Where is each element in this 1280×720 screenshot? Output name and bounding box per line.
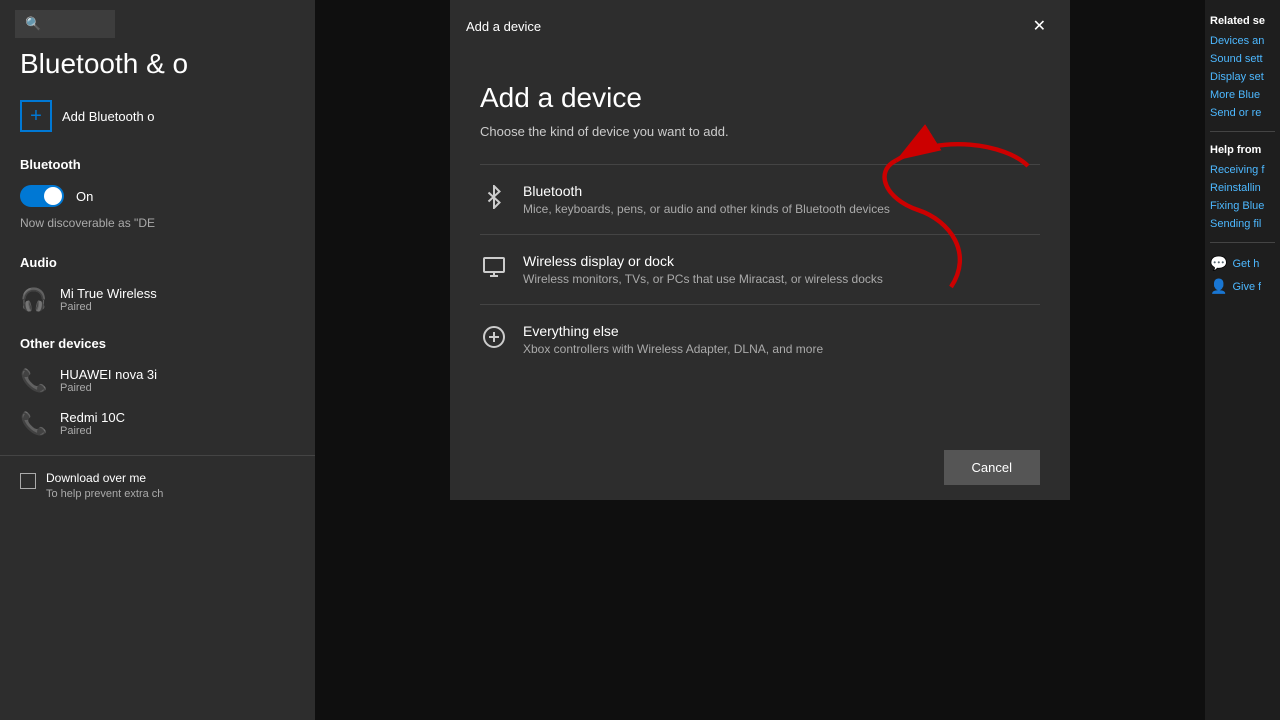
related-link-send[interactable]: Send or re (1210, 107, 1275, 119)
modal-title-bar-text: Add a device (466, 19, 541, 34)
modal-header: Add a device ✕ (450, 0, 1070, 52)
bluetooth-option-desc: Mice, keyboards, pens, or audio and othe… (523, 202, 890, 216)
plus-icon: + (20, 100, 52, 132)
help-link-receiving[interactable]: Receiving f (1210, 164, 1275, 176)
search-area: 🔍 (0, 0, 315, 48)
modal-body: Add a device Choose the kind of device y… (450, 52, 1070, 435)
help-section-title: Help from (1210, 144, 1275, 156)
wireless-display-option-title: Wireless display or dock (523, 253, 883, 269)
bluetooth-toggle-row: On (0, 180, 315, 212)
right-divider (1210, 131, 1275, 132)
search-icon: 🔍 (25, 16, 41, 32)
get-help-item[interactable]: 💬 Get h (1210, 255, 1275, 272)
give-feedback-link[interactable]: Give f (1232, 281, 1261, 293)
phone-icon: 📞 (20, 368, 48, 394)
plus-circle-icon (480, 325, 508, 355)
main-content: Add a device ✕ Add a device Choose the k… (315, 0, 1205, 720)
related-link-more-blue[interactable]: More Blue (1210, 89, 1275, 101)
device-name: Mi True Wireless (60, 286, 157, 301)
add-bluetooth-label: Add Bluetooth o (62, 109, 155, 124)
person-icon: 👤 (1210, 278, 1227, 295)
page-title: Bluetooth & o (0, 48, 315, 90)
left-sidebar: 🔍 Bluetooth & o + Add Bluetooth o Blueto… (0, 0, 315, 720)
help-link-reinstalling[interactable]: Reinstallin (1210, 182, 1275, 194)
everything-else-option-desc: Xbox controllers with Wireless Adapter, … (523, 342, 823, 356)
list-item[interactable]: 📞 HUAWEI nova 3i Paired (0, 359, 315, 402)
everything-else-option-title: Everything else (523, 323, 823, 339)
phone-icon: 📞 (20, 411, 48, 437)
download-label: Download over me (46, 471, 163, 485)
chat-icon: 💬 (1210, 255, 1227, 272)
device-status: Paired (60, 301, 157, 313)
related-section-title: Related se (1210, 15, 1275, 27)
device-info: HUAWEI nova 3i Paired (60, 367, 157, 394)
list-item[interactable]: 📞 Redmi 10C Paired (0, 402, 315, 445)
device-name: HUAWEI nova 3i (60, 367, 157, 382)
wireless-display-option-desc: Wireless monitors, TVs, or PCs that use … (523, 272, 883, 286)
wireless-display-option[interactable]: Wireless display or dock Wireless monito… (480, 234, 1040, 304)
modal-subtitle: Choose the kind of device you want to ad… (480, 124, 1040, 139)
device-name: Redmi 10C (60, 410, 125, 425)
right-divider-2 (1210, 242, 1275, 243)
bluetooth-section-label: Bluetooth (0, 142, 315, 180)
other-devices-section-label: Other devices (0, 321, 315, 359)
modal-close-button[interactable]: ✕ (1025, 12, 1054, 40)
get-help-link[interactable]: Get h (1232, 258, 1259, 270)
device-info: Redmi 10C Paired (60, 410, 125, 437)
device-status: Paired (60, 425, 125, 437)
add-device-modal: Add a device ✕ Add a device Choose the k… (450, 0, 1070, 500)
device-info: Mi True Wireless Paired (60, 286, 157, 313)
search-box[interactable]: 🔍 (15, 10, 115, 38)
bluetooth-toggle[interactable] (20, 185, 64, 207)
bluetooth-icon (480, 185, 508, 215)
download-checkbox[interactable] (20, 473, 36, 489)
bluetooth-option-title: Bluetooth (523, 183, 890, 199)
headphones-icon: 🎧 (20, 287, 48, 313)
help-link-fixing[interactable]: Fixing Blue (1210, 200, 1275, 212)
audio-section-label: Audio (0, 240, 315, 278)
related-link-display[interactable]: Display set (1210, 71, 1275, 83)
right-sidebar: Related se Devices an Sound sett Display… (1205, 0, 1280, 720)
list-item[interactable]: 🎧 Mi True Wireless Paired (0, 278, 315, 321)
help-link-sending[interactable]: Sending fil (1210, 218, 1275, 230)
bluetooth-option-info: Bluetooth Mice, keyboards, pens, or audi… (523, 183, 890, 216)
modal-footer: Cancel (450, 435, 1070, 500)
modal-overlay: Add a device ✕ Add a device Choose the k… (315, 0, 1205, 720)
give-feedback-item[interactable]: 👤 Give f (1210, 278, 1275, 295)
monitor-icon (480, 255, 508, 285)
everything-else-option-info: Everything else Xbox controllers with Wi… (523, 323, 823, 356)
toggle-on-label: On (76, 189, 93, 204)
related-link-sound[interactable]: Sound sett (1210, 53, 1275, 65)
device-status: Paired (60, 382, 157, 394)
download-row: Download over me To help prevent extra c… (0, 455, 315, 515)
discoverable-text: Now discoverable as "DE (0, 212, 315, 240)
cancel-button[interactable]: Cancel (944, 450, 1040, 485)
download-sublabel: To help prevent extra ch (46, 488, 163, 500)
wireless-display-option-info: Wireless display or dock Wireless monito… (523, 253, 883, 286)
everything-else-option[interactable]: Everything else Xbox controllers with Wi… (480, 304, 1040, 374)
bluetooth-option[interactable]: Bluetooth Mice, keyboards, pens, or audi… (480, 164, 1040, 234)
modal-heading: Add a device (480, 82, 1040, 114)
add-bluetooth-button[interactable]: + Add Bluetooth o (0, 90, 315, 142)
related-link-devices[interactable]: Devices an (1210, 35, 1275, 47)
